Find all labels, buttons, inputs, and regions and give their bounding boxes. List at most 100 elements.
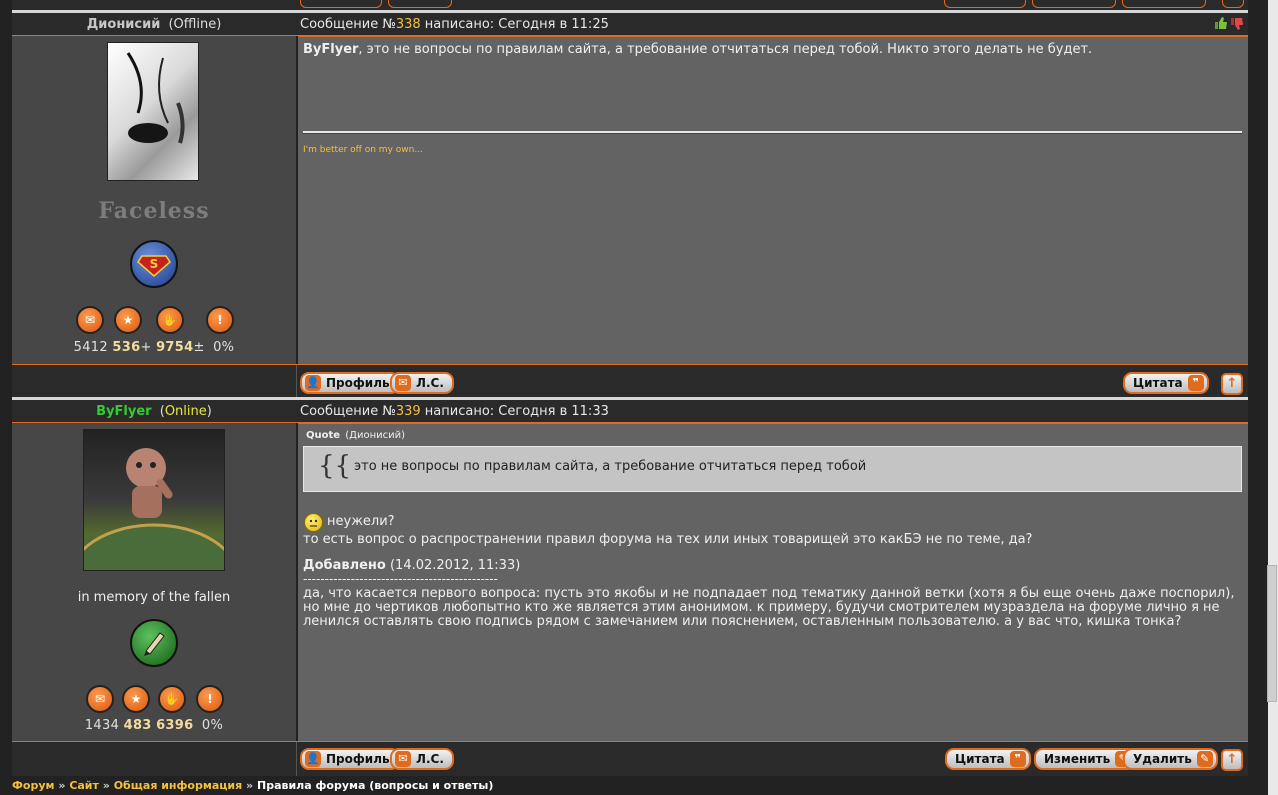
pm-button[interactable]: ✉ Л.С. (390, 748, 454, 770)
warning-icon[interactable]: ! (206, 306, 234, 334)
mention-user: ByFlyer (303, 42, 359, 57)
stat-posts: 5412 (73, 340, 108, 355)
message-number[interactable]: 339 (396, 404, 421, 419)
svg-text:S: S (150, 257, 159, 271)
breadcrumb-general-link[interactable]: Общая информация (114, 779, 243, 792)
prev-pm-button[interactable] (388, 0, 452, 8)
delete-button[interactable]: Удалить ✎ (1123, 748, 1218, 770)
message-time: написано: Сегодня в 11:25 (420, 17, 609, 32)
chat-icon[interactable]: ✉ (86, 685, 114, 713)
smile-icon (304, 513, 323, 532)
added-date: (14.02.2012, 11:33) (389, 558, 521, 573)
superman-badge-icon: S (130, 240, 178, 288)
reply-line-1: неужели? (327, 514, 395, 529)
user-title: Faceless (98, 198, 210, 224)
message-text: ByFlyer, это не вопросы по правилам сайт… (303, 43, 1243, 57)
hand-icon[interactable]: ✋ (156, 306, 184, 334)
rating-controls (1215, 17, 1245, 31)
breadcrumb-site-link[interactable]: Сайт (69, 779, 99, 792)
delete-pencil-icon: ✎ (1196, 751, 1213, 767)
prev-up-button[interactable] (1222, 0, 1244, 8)
warning-icon[interactable]: ! (196, 685, 224, 713)
edit-button-label: Изменить (1044, 752, 1111, 766)
page-scrollbar[interactable] (1267, 0, 1278, 795)
scrollbar-thumb[interactable] (1267, 565, 1277, 702)
quote-marks-icon: ❞ (1009, 751, 1026, 767)
avatar[interactable] (107, 42, 199, 181)
reply-paragraph: да, что касается первого вопроса: пусть … (303, 586, 1235, 629)
stat-awards[interactable]: 6396 (156, 718, 193, 733)
delete-button-label: Удалить (1133, 752, 1192, 766)
pm-button-label: Л.С. (416, 376, 444, 390)
edit-button[interactable]: Изменить✎ (1034, 748, 1137, 770)
quote-button[interactable]: Цитата ❞ (1123, 372, 1209, 394)
profile-button[interactable]: 👤 Профиль (300, 748, 400, 770)
hand-icon[interactable]: ✋ (158, 685, 186, 713)
added-label: Добавлено (303, 558, 386, 573)
quote-marks-icon: ❞ (1187, 375, 1204, 391)
stat-awards[interactable]: 9754 (156, 340, 193, 355)
breadcrumb-current: Правила форума (вопросы и ответы) (257, 779, 494, 792)
award-icon[interactable]: ★ (114, 306, 142, 334)
previous-post-footer (12, 0, 1248, 10)
author-status: (Offline) (168, 17, 222, 32)
post-author: Дионисий (Offline) (12, 17, 296, 32)
stat-reputation-suffix: + (140, 340, 152, 355)
quote-box: {{ это не вопросы по правилам сайта, а т… (303, 446, 1242, 492)
prev-profile-button[interactable] (300, 0, 382, 8)
reply-line-2: то есть вопрос о распространении правил … (303, 532, 1033, 547)
up-arrow-icon[interactable]: ↑ (1221, 749, 1243, 771)
pm-button[interactable]: ✉ Л.С. (390, 372, 454, 394)
prev-edit-button[interactable] (1032, 0, 1116, 8)
added-line: Добавлено (14.02.2012, 11:33) (303, 559, 520, 573)
profile-button-label: Профиль (326, 752, 390, 766)
message-label: Сообщение № (300, 17, 396, 32)
breadcrumb-forum-link[interactable]: Форум (12, 779, 55, 792)
stat-posts: 1434 (84, 718, 120, 733)
prev-delete-button[interactable] (1122, 0, 1206, 8)
stat-reputation[interactable]: 536 (112, 340, 140, 355)
avatar-face-art (126, 52, 185, 144)
post-author: ByFlyer (Online) (12, 404, 296, 419)
message-body: Quote (Дионисий) {{ это не вопросы по пр… (298, 423, 1248, 741)
envelope-icon: ✉ (395, 751, 411, 767)
profile-button[interactable]: 👤 Профиль (300, 372, 400, 394)
thumbs-up-icon[interactable] (1215, 17, 1228, 30)
avatar[interactable] (83, 429, 225, 571)
quote-brace-icon: {{ (318, 451, 352, 481)
chat-icon[interactable]: ✉ (76, 306, 104, 334)
avatar-sackboy-art (84, 448, 224, 570)
message-number[interactable]: 338 (396, 17, 421, 32)
quote-button-label: Цитата (955, 752, 1005, 766)
pen-badge-icon (130, 619, 178, 667)
message-meta: Сообщение №338 написано: Сегодня в 11:25 (300, 17, 609, 32)
thumbs-down-icon[interactable] (1231, 17, 1244, 30)
post-footer-left (12, 742, 297, 776)
quote-text: это не вопросы по правилам сайта, а треб… (354, 459, 867, 474)
prev-quote-button[interactable] (944, 0, 1026, 8)
stat-warnings: 0% (201, 718, 224, 733)
message-label: Сообщение № (300, 404, 396, 419)
pm-button-label: Л.С. (416, 752, 444, 766)
signature-text: I'm better off on my own... (303, 145, 423, 155)
envelope-icon: ✉ (395, 375, 411, 391)
author-name[interactable]: Дионисий (87, 17, 161, 32)
quote-author: (Дионисий) (345, 430, 406, 441)
post-footer: 👤 Профиль ✉ Л.С. Цитата ❞ ↑ (12, 364, 1248, 399)
dash-divider: ----------------------------------------… (303, 572, 498, 586)
message-meta: Сообщение №339 написано: Сегодня в 11:33 (300, 404, 609, 419)
stat-reputation[interactable]: 483 (124, 718, 152, 733)
up-arrow-icon[interactable]: ↑ (1221, 373, 1243, 395)
profile-icon: 👤 (305, 751, 321, 767)
post-footer-left (12, 365, 297, 399)
breadcrumb-separator: » (58, 779, 66, 792)
user-stats: 5412 536+ 9754± 0% (12, 340, 296, 355)
author-status: Online (164, 404, 207, 419)
breadcrumb-separator: » (102, 779, 110, 792)
message-content: , это не вопросы по правилам сайта, а тр… (358, 42, 1093, 57)
quote-button[interactable]: Цитата ❞ (945, 748, 1031, 770)
quote-label: Quote (306, 430, 341, 441)
post-footer: 👤Профиль ✉Л.С. Цитата❞ Изменить✎ Удалить… (12, 741, 1248, 776)
author-name[interactable]: ByFlyer (96, 404, 151, 419)
award-icon[interactable]: ★ (122, 685, 150, 713)
